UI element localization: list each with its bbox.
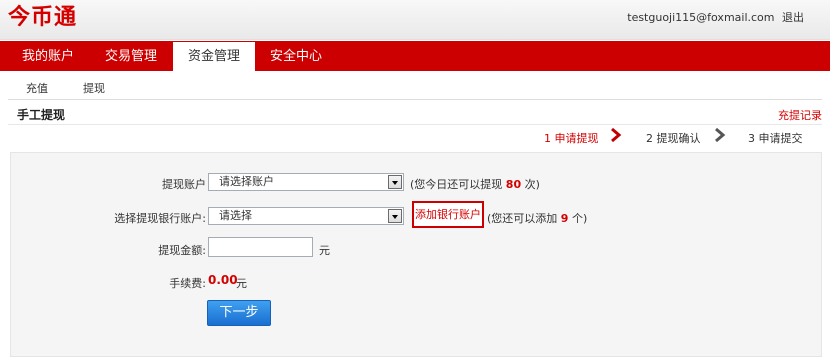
section-title-bar: 手工提现 充提记录 <box>8 101 822 125</box>
add-bank-account-button[interactable]: 添加银行账户 <box>412 201 484 228</box>
tab-security-center[interactable]: 安全中心 <box>256 41 336 71</box>
bank-account-select-value: 请选择 <box>219 209 252 222</box>
bank-note-prefix: (您还可以添加 <box>487 212 558 225</box>
step-3: 3 申请提交 <box>748 132 803 145</box>
account-select-value: 请选择账户 <box>219 175 274 188</box>
dropdown-arrow-icon <box>388 175 402 189</box>
user-area: testguoji115@foxmail.com 退出 <box>627 9 804 25</box>
tab-funds-management[interactable]: 资金管理 <box>173 42 255 71</box>
bank-note: (您还可以添加 9 个) <box>487 210 587 226</box>
account-select[interactable]: 请选择账户 <box>208 173 404 191</box>
record-link[interactable]: 充提记录 <box>778 107 822 123</box>
next-step-button[interactable]: 下一步 <box>207 300 271 326</box>
page-title: 手工提现 <box>17 108 66 122</box>
step-1: 1 申请提现 <box>544 132 599 145</box>
bank-account-select[interactable]: 请选择 <box>208 207 404 225</box>
bank-note-count: 9 <box>560 212 569 225</box>
account-note-prefix: (您今日还可以提现 <box>410 178 503 191</box>
dropdown-arrow-icon <box>388 209 402 223</box>
fee-label: 手续费: <box>169 277 206 290</box>
account-note-suffix: 次) <box>524 178 540 191</box>
account-note: (您今日还可以提现 80 次) <box>410 176 540 192</box>
account-label: 提现账户 <box>162 178 206 191</box>
subnav-item-recharge[interactable]: 充值 <box>26 80 48 96</box>
account-note-count: 80 <box>505 178 522 191</box>
logo-text: 今币通 <box>8 5 78 30</box>
main-nav: 我的账户 交易管理 资金管理 安全中心 <box>0 41 830 71</box>
bank-note-suffix: 个) <box>571 212 588 225</box>
top-bar: 今币通 testguoji115@foxmail.com 退出 <box>0 0 830 40</box>
user-email: testguoji115@foxmail.com <box>627 11 775 24</box>
chevron-right-icon <box>715 127 726 143</box>
subnav-item-withdraw[interactable]: 提现 <box>83 80 105 96</box>
logout-link[interactable]: 退出 <box>782 11 804 24</box>
tab-my-account[interactable]: 我的账户 <box>8 41 88 71</box>
step-2: 2 提现确认 <box>646 132 701 145</box>
bank-account-label: 选择提现银行账户: <box>114 212 206 225</box>
amount-unit: 元 <box>319 244 330 257</box>
tab-trade-management[interactable]: 交易管理 <box>90 41 172 71</box>
amount-input[interactable] <box>208 237 313 257</box>
step-indicator: 1 申请提现 2 提现确认 3 申请提交 <box>8 126 822 148</box>
fee-value: 0.00 <box>208 273 238 287</box>
logo[interactable]: 今币通 <box>8 5 77 31</box>
amount-label: 提现金额: <box>158 244 206 257</box>
sub-nav: 充值 提现 <box>8 71 822 100</box>
fee-unit: 元 <box>236 277 247 290</box>
chevron-right-icon <box>611 127 622 143</box>
